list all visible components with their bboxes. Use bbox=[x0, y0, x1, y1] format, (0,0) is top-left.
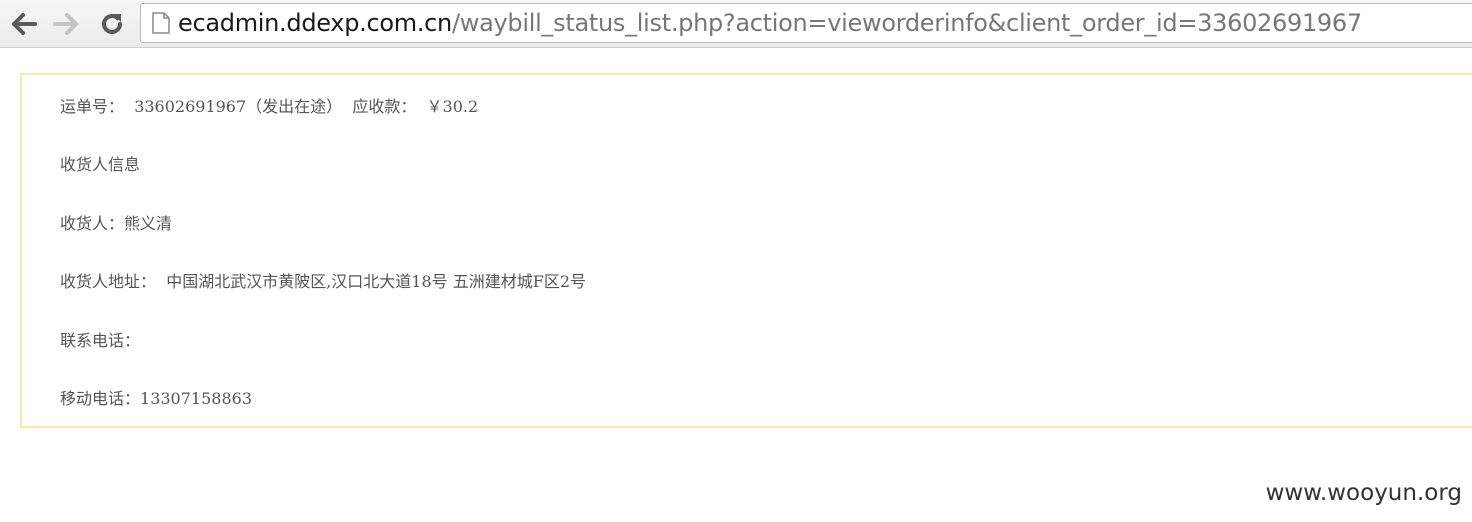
reload-button[interactable] bbox=[96, 8, 128, 40]
receiver-address-row: 收货人地址： 中国湖北武汉市黄陂区,汉口北大道18号 五洲建材城F区2号 bbox=[60, 268, 586, 292]
order-info-box: 运单号： 33602691967（发出在途） 应收款： ￥30.2 收货人信息 … bbox=[20, 73, 1472, 428]
receiver-address-value: 中国湖北武汉市黄陂区,汉口北大道18号 五洲建材城F区2号 bbox=[166, 272, 587, 291]
mobile-value: 13307158863 bbox=[140, 389, 252, 408]
url-path: /waybill_status_list.php?action=vieworde… bbox=[451, 9, 1362, 37]
arrow-left-icon bbox=[12, 13, 37, 35]
waybill-label: 运单号： bbox=[60, 97, 125, 116]
receiver-name-row: 收货人：熊义清 bbox=[60, 210, 172, 234]
receiver-section-title: 收货人信息 bbox=[60, 155, 141, 174]
forward-button[interactable] bbox=[50, 8, 82, 40]
amount-label: 应收款： bbox=[352, 97, 417, 116]
mobile-row: 移动电话：13307158863 bbox=[60, 385, 252, 409]
page-icon bbox=[150, 10, 172, 36]
reload-icon bbox=[102, 14, 122, 34]
phone-row: 联系电话： bbox=[60, 327, 140, 351]
url-text: ecadmin.ddexp.com.cn/waybill_status_list… bbox=[178, 9, 1362, 37]
browser-toolbar: ecadmin.ddexp.com.cn/waybill_status_list… bbox=[0, 0, 1472, 48]
receiver-address-label: 收货人地址： bbox=[60, 272, 157, 291]
watermark: www.wooyun.org bbox=[1265, 480, 1462, 506]
amount-value: ￥30.2 bbox=[426, 97, 479, 116]
receiver-name-value: 熊义清 bbox=[124, 214, 173, 233]
receiver-name-label: 收货人： bbox=[60, 214, 125, 233]
back-button[interactable] bbox=[8, 8, 40, 40]
arrow-right-icon bbox=[53, 13, 78, 35]
address-bar[interactable]: ecadmin.ddexp.com.cn/waybill_status_list… bbox=[140, 3, 1472, 43]
waybill-row: 运单号： 33602691967（发出在途） 应收款： ￥30.2 bbox=[60, 93, 478, 117]
url-host: ecadmin.ddexp.com.cn bbox=[178, 9, 452, 37]
phone-label: 联系电话： bbox=[60, 331, 141, 350]
waybill-value: 33602691967（发出在途） bbox=[134, 97, 343, 116]
mobile-label: 移动电话： bbox=[60, 389, 141, 408]
